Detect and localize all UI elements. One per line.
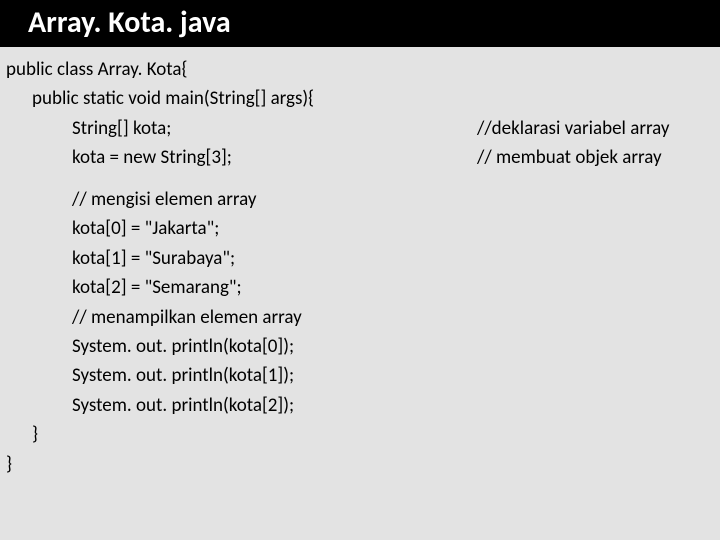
- code-text: String[] kota;: [72, 114, 477, 143]
- code-line: // mengisi elemen array: [6, 185, 714, 214]
- code-line: }: [6, 450, 714, 479]
- code-line: public static void main(String[] args){: [6, 84, 714, 113]
- slide: Array. Kota. java public class Array. Ko…: [0, 0, 720, 540]
- code-line: kota = new String[3]; // membuat objek a…: [6, 143, 714, 172]
- code-line: kota[0] = "Jakarta";: [6, 214, 714, 243]
- blank-line: [6, 173, 714, 185]
- code-line: String[] kota; //deklarasi variabel arra…: [6, 114, 714, 143]
- code-line: }: [6, 420, 714, 449]
- code-line: System. out. println(kota[2]);: [6, 391, 714, 420]
- code-line: kota[2] = "Semarang";: [6, 273, 714, 302]
- slide-title: Array. Kota. java: [0, 0, 720, 47]
- code-block: public class Array. Kota{ public static …: [0, 47, 720, 479]
- code-line: System. out. println(kota[0]);: [6, 332, 714, 361]
- code-comment: //deklarasi variabel array: [477, 114, 714, 143]
- code-line: System. out. println(kota[1]);: [6, 361, 714, 390]
- code-text: kota = new String[3];: [72, 143, 477, 172]
- code-comment: // membuat objek array: [477, 143, 714, 172]
- code-line: // menampilkan elemen array: [6, 303, 714, 332]
- code-line: kota[1] = "Surabaya";: [6, 244, 714, 273]
- code-line: public class Array. Kota{: [6, 55, 714, 84]
